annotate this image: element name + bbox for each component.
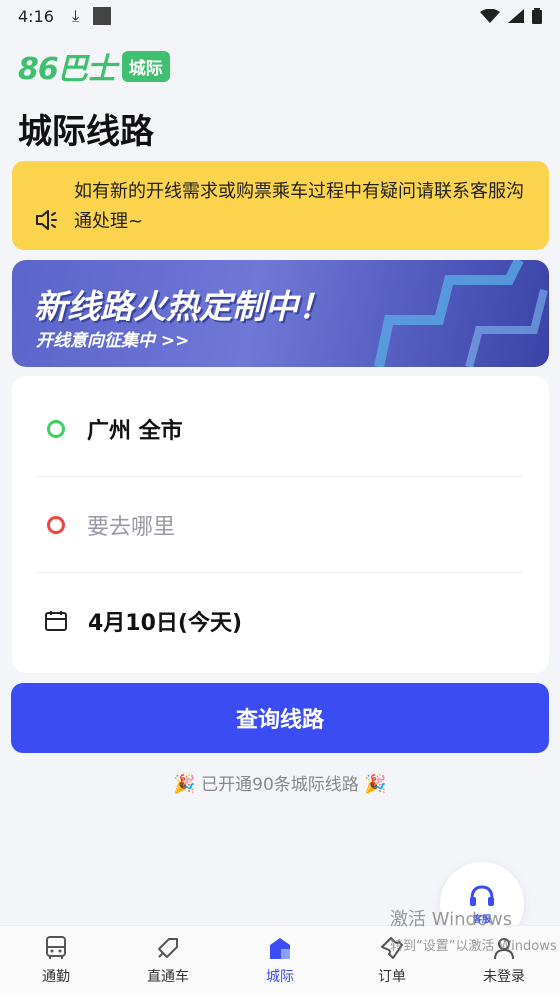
origin-dot-icon (47, 419, 65, 438)
user-icon (494, 938, 514, 960)
tab-login[interactable]: 未登录 (448, 926, 560, 995)
download-icon: ⤓ (71, 6, 80, 25)
destination-placeholder: 要去哪里 (87, 514, 176, 540)
speaker-icon (36, 210, 57, 230)
battery-icon (532, 8, 542, 24)
direct-icon (158, 938, 178, 958)
opened-lines-text: 已开通90条城际线路 (201, 775, 359, 795)
tab-label: 通勤 (42, 969, 70, 985)
logo-text: 86巴士 (18, 52, 117, 87)
wifi-icon (480, 9, 500, 23)
headset-icon (470, 884, 494, 906)
bottom-tab-bar: 通勤 直通车 城际 订单 未登录 (0, 925, 560, 995)
tab-label: 城际 (266, 969, 294, 985)
opened-lines-info: 🎉 已开通90条城际线路 🎉 (0, 770, 560, 795)
notice-banner[interactable]: 如有新的开线需求或购票乘车过程中有疑问请联系客服沟通处理~ (12, 161, 549, 250)
bus-icon (46, 936, 66, 959)
route-search-form: 广州 全市 要去哪里 4月10日(今天) (12, 376, 549, 673)
banner-subtitle: 开线意向征集中 >> (36, 331, 190, 351)
notification-icon (93, 7, 112, 25)
logo-tag: 城际 (121, 50, 170, 82)
custom-route-banner[interactable]: 新线路火热定制中！ 开线意向征集中 >> (12, 260, 549, 367)
party-icon: 🎉 (173, 774, 196, 795)
brand-logo: 86巴士 城际 (18, 44, 170, 88)
tab-label: 直通车 (147, 969, 189, 985)
tab-intercity[interactable]: 城际 (224, 926, 336, 995)
party-icon: 🎉 (364, 774, 387, 795)
tab-label: 未登录 (483, 969, 525, 985)
calendar-icon (45, 611, 67, 631)
destination-dot-icon (47, 515, 65, 534)
destination-field[interactable]: 要去哪里 (36, 477, 523, 573)
status-bar: 4:16 ⤓ (0, 0, 560, 32)
date-field[interactable]: 4月10日(今天) (36, 573, 523, 669)
tab-commute[interactable]: 通勤 (0, 926, 112, 995)
date-value: 4月10日(今天) (88, 611, 243, 636)
search-routes-button[interactable]: 查询线路 (11, 683, 549, 753)
page-title: 城际线路 (18, 112, 154, 152)
banner-decoration (374, 260, 548, 367)
status-time: 4:16 (18, 6, 54, 26)
customer-service-label: 客服 (472, 914, 491, 925)
origin-value: 广州 全市 (87, 418, 183, 444)
intercity-icon (270, 938, 290, 959)
signal-icon (508, 9, 524, 23)
tab-orders[interactable]: 订单 (336, 926, 448, 995)
origin-field[interactable]: 广州 全市 (36, 381, 523, 477)
notice-text: 如有新的开线需求或购票乘车过程中有疑问请联系客服沟通处理~ (74, 181, 524, 232)
ticket-icon (381, 937, 403, 959)
tab-label: 订单 (378, 969, 406, 985)
banner-title: 新线路火热定制中！ (34, 287, 331, 326)
tab-direct[interactable]: 直通车 (112, 926, 224, 995)
